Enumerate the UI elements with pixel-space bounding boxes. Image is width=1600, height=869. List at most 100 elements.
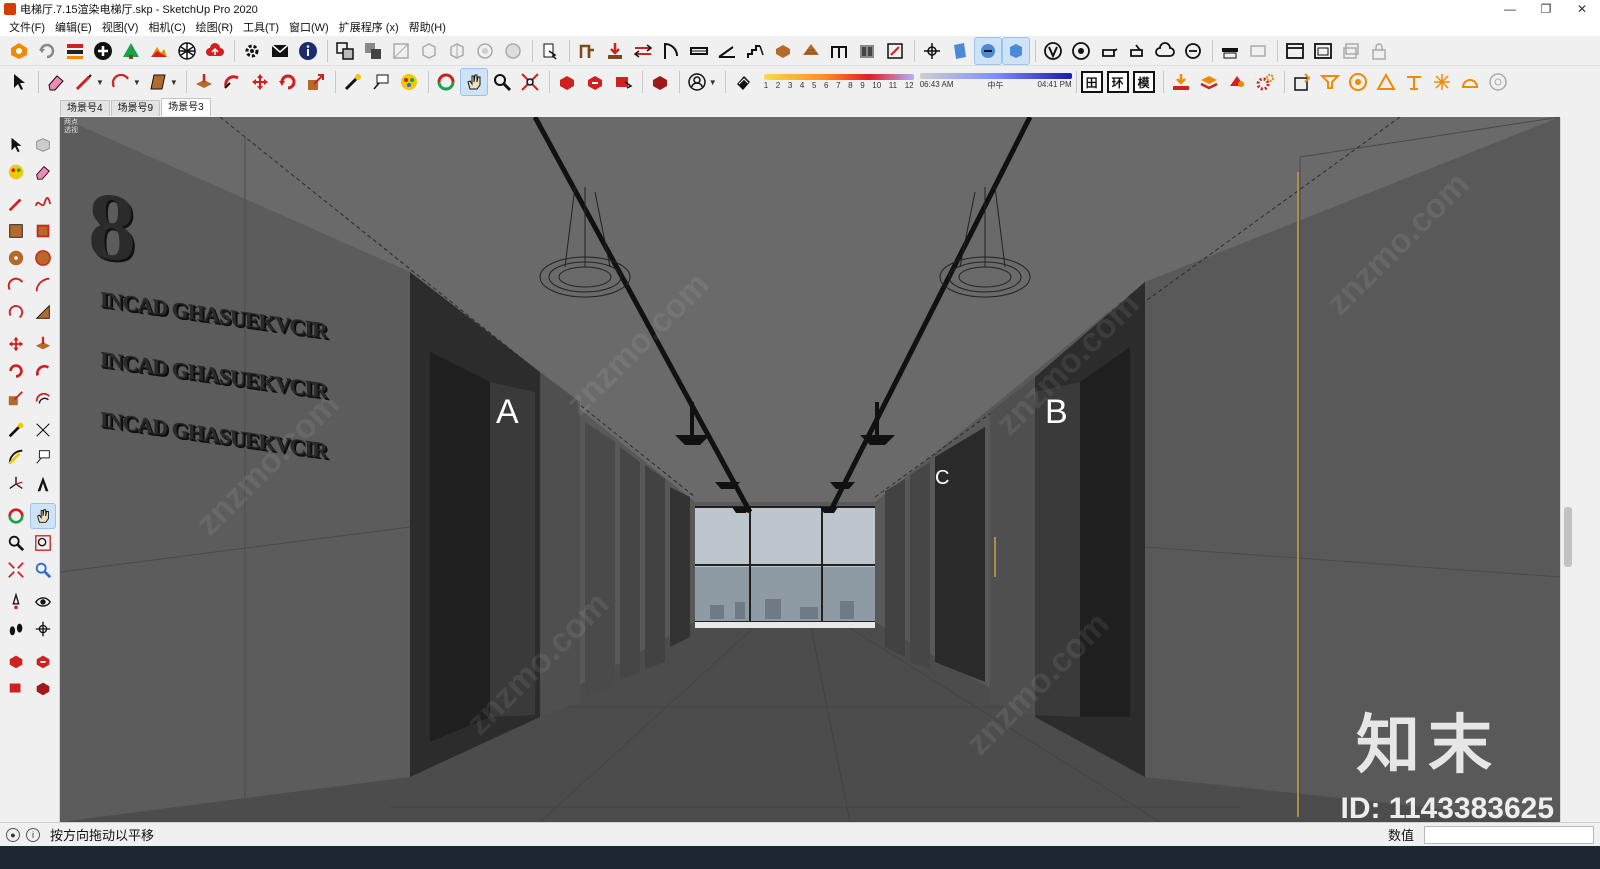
furniture-icon[interactable] — [770, 38, 796, 64]
warehouse-models-icon[interactable] — [554, 69, 580, 95]
wall-tool-icon[interactable] — [574, 38, 600, 64]
position-camera-icon[interactable] — [4, 590, 28, 614]
lamp-icon[interactable] — [1401, 69, 1427, 95]
zoom-extents-icon[interactable] — [4, 558, 28, 582]
line-tool-icon[interactable] — [4, 192, 28, 216]
menu-tools[interactable]: 工具(T) — [238, 19, 284, 35]
paint-bucket-icon[interactable] — [4, 160, 28, 184]
section-fill-icon[interactable] — [1002, 36, 1030, 65]
extension-warehouse-icon[interactable] — [31, 676, 55, 700]
shape-dropdown-icon[interactable]: ▼ — [170, 78, 178, 87]
share-model-icon[interactable] — [582, 69, 608, 95]
rotated-rectangle-icon[interactable] — [31, 219, 55, 243]
drop-to-ground-icon[interactable] — [1168, 69, 1194, 95]
menu-draw[interactable]: 绘图(R) — [191, 19, 238, 35]
pan-hand-icon[interactable] — [459, 68, 488, 96]
component-tools-icon[interactable] — [1289, 69, 1315, 95]
credits-info-icon[interactable]: i — [26, 827, 40, 842]
stairs-icon[interactable] — [742, 38, 768, 64]
plugin-mo-button[interactable]: 模 — [1132, 71, 1155, 93]
warehouse-models-icon[interactable] — [4, 649, 28, 673]
zoom-icon[interactable] — [489, 69, 515, 95]
sphere-light-icon[interactable] — [1485, 69, 1511, 95]
eraser-icon[interactable] — [31, 160, 55, 184]
menu-file[interactable]: 文件(F) — [4, 19, 50, 35]
look-around-icon[interactable] — [31, 590, 55, 614]
circle-icon[interactable] — [4, 246, 28, 270]
share-model-icon[interactable] — [31, 649, 55, 673]
shadow-time-slider[interactable]: 06:43 AM 中午 04:41 PM — [919, 73, 1072, 91]
photo-texture-icon[interactable] — [146, 38, 172, 64]
angle-tool-icon[interactable] — [714, 38, 740, 64]
railing-icon[interactable] — [826, 38, 852, 64]
dimension-icon[interactable] — [368, 69, 394, 95]
section-plane-icon[interactable] — [31, 617, 55, 641]
plugin-huan-button[interactable]: 环 — [1106, 71, 1129, 93]
roof-icon[interactable] — [798, 38, 824, 64]
union-icon[interactable] — [388, 38, 414, 64]
mail-icon[interactable] — [267, 38, 293, 64]
vray-icon[interactable] — [1040, 38, 1066, 64]
lights-gen-icon[interactable] — [1245, 38, 1271, 64]
outer-shell-icon[interactable] — [332, 38, 358, 64]
rectangle-icon[interactable] — [4, 219, 28, 243]
rectangle-icon[interactable] — [145, 69, 171, 95]
joint-push-pull-icon[interactable] — [1317, 69, 1343, 95]
layout-icon[interactable] — [62, 38, 88, 64]
view-window-icon[interactable] — [1282, 38, 1308, 64]
plugin-gears-icon[interactable] — [1252, 69, 1278, 95]
cloud-upload-icon[interactable] — [202, 38, 228, 64]
scene-tab-9[interactable]: 场景号9 — [110, 100, 161, 116]
orbit-icon[interactable] — [4, 504, 28, 528]
share-component-icon[interactable] — [610, 69, 636, 95]
terrain-icon[interactable] — [118, 38, 144, 64]
restore-button[interactable]: ❐ — [1528, 0, 1564, 18]
style-builder-icon[interactable] — [174, 38, 200, 64]
axes-icon[interactable] — [919, 38, 945, 64]
pencil-line-icon[interactable] — [71, 69, 97, 95]
extension-manager-icon[interactable] — [647, 69, 673, 95]
previous-view-icon[interactable] — [31, 558, 55, 582]
eraser-icon[interactable] — [43, 69, 69, 95]
scene-tab-4[interactable]: 场景号4 — [60, 100, 110, 116]
light-burst-icon[interactable] — [1429, 69, 1455, 95]
round-corner-icon[interactable] — [1345, 69, 1371, 95]
intersect-icon[interactable] — [360, 38, 386, 64]
3d-text-icon[interactable] — [31, 472, 55, 496]
reload-icon[interactable] — [34, 38, 60, 64]
make-component-icon[interactable] — [31, 133, 55, 157]
share-component-icon[interactable] — [4, 676, 28, 700]
trim-icon[interactable] — [444, 38, 470, 64]
curviloft-icon[interactable] — [1224, 69, 1250, 95]
view-outline-icon[interactable] — [1310, 38, 1336, 64]
follow-me-icon[interactable] — [31, 359, 55, 383]
viewport-scrollbar[interactable] — [1560, 117, 1574, 822]
extension-warehouse-icon[interactable] — [6, 38, 32, 64]
geolocation-icon[interactable]: ● — [6, 827, 20, 842]
protractor-icon[interactable] — [4, 445, 28, 469]
settings-gear-icon[interactable] — [239, 38, 265, 64]
arc-dropdown-icon[interactable]: ▼ — [133, 78, 141, 87]
axes-icon[interactable] — [4, 472, 28, 496]
scene-tab-3[interactable]: 场景号3 — [161, 98, 211, 116]
shadows-toggle-icon[interactable] — [730, 69, 756, 95]
menu-help[interactable]: 帮助(H) — [404, 19, 451, 35]
pie-icon[interactable] — [31, 300, 55, 324]
menu-edit[interactable]: 编辑(E) — [50, 19, 97, 35]
section-cut-display-icon[interactable] — [974, 36, 1002, 65]
scale-icon[interactable] — [303, 69, 329, 95]
account-dropdown-icon[interactable]: ▼ — [709, 78, 717, 87]
menu-extensions[interactable]: 扩展程序 (x) — [334, 19, 404, 35]
subtract-icon[interactable] — [416, 38, 442, 64]
sandbox-icon[interactable] — [537, 38, 563, 64]
batch-render-icon[interactable] — [1180, 38, 1206, 64]
walk-icon[interactable] — [4, 617, 28, 641]
measurements-input[interactable] — [1424, 826, 1594, 844]
interactive-render-icon[interactable] — [1124, 38, 1150, 64]
zoom-icon[interactable] — [4, 531, 28, 555]
push-pull-icon[interactable] — [191, 69, 217, 95]
push-pull-icon[interactable] — [31, 332, 55, 356]
model-viewport[interactable]: znzmo.com znzmo.com znzmo.com znzmo.com … — [60, 117, 1560, 822]
scale-icon[interactable] — [4, 386, 28, 410]
close-button[interactable]: ✕ — [1564, 0, 1600, 18]
